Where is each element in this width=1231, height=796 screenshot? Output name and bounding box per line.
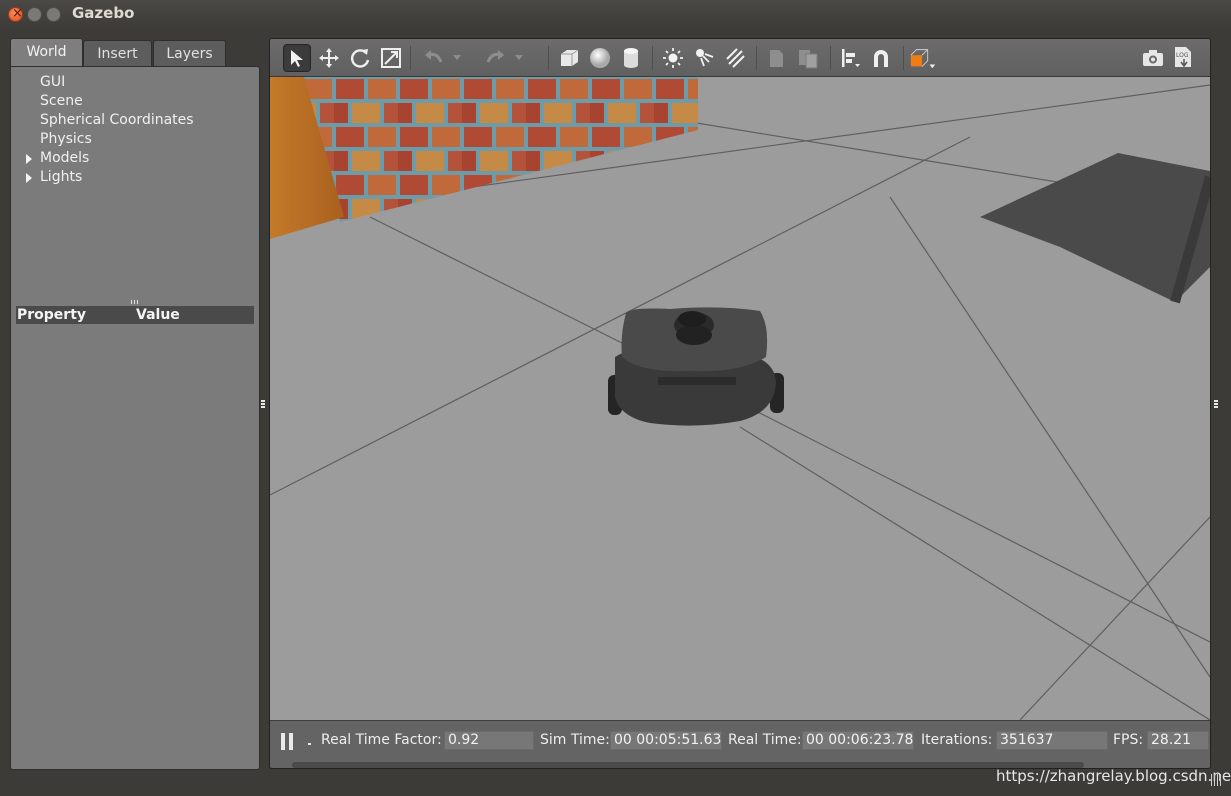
real-time-factor-value: 0.92: [444, 731, 534, 750]
undo-history-icon[interactable]: [450, 44, 464, 72]
property-table-header: Property Value: [16, 306, 254, 324]
tree-item-gui[interactable]: GUI: [11, 73, 259, 92]
translate-icon[interactable]: [315, 44, 343, 72]
window-title: Gazebo: [72, 4, 135, 22]
cylinder-shape-icon[interactable]: [617, 44, 645, 72]
log-icon[interactable]: LOG: [1169, 44, 1197, 72]
watermark-text: https://zhangrelay.blog.csdn.net: [996, 767, 1231, 785]
iterations-value: 351637: [996, 731, 1108, 750]
redo-history-icon[interactable]: [512, 44, 526, 72]
pause-icon[interactable]: [281, 733, 295, 750]
horizontal-scrollbar[interactable]: [292, 762, 1084, 768]
spot-light-icon[interactable]: [690, 44, 718, 72]
point-light-icon[interactable]: [659, 44, 687, 72]
window-titlebar: Gazebo: [0, 0, 1231, 30]
world-panel: GUI Scene Spherical Coordinates Physics …: [10, 66, 260, 770]
tab-world[interactable]: World: [10, 38, 83, 67]
tree-item-label: Models: [40, 150, 90, 166]
undo-icon[interactable]: [420, 44, 448, 72]
scene-toolbar: LOG: [270, 39, 1210, 77]
copy-icon[interactable]: [763, 44, 791, 72]
box-shape-icon[interactable]: [555, 44, 583, 72]
svg-text:LOG: LOG: [1176, 52, 1189, 59]
window-close-button[interactable]: [8, 6, 23, 22]
window-resize-grip[interactable]: [1211, 774, 1221, 786]
real-time-value: 00 00:06:23.786: [802, 731, 914, 750]
status-bar: Real Time Factor: 0.92 Sim Time: 00 00:0…: [270, 720, 1210, 768]
tree-item-physics[interactable]: Physics: [11, 130, 259, 149]
fps-label: FPS:: [1113, 732, 1144, 748]
paste-icon[interactable]: [794, 44, 822, 72]
panel-splitter-handle[interactable]: [131, 300, 139, 304]
world-tree: GUI Scene Spherical Coordinates Physics …: [11, 73, 259, 187]
tree-item-scene[interactable]: Scene: [11, 92, 259, 111]
window-minimize-button[interactable]: [27, 7, 42, 22]
scale-icon[interactable]: [377, 44, 405, 72]
tree-item-label: Spherical Coordinates: [40, 112, 194, 128]
fps-value: 28.21: [1147, 731, 1209, 750]
left-panel-collapse-handle[interactable]: [261, 400, 265, 409]
property-column-header[interactable]: Property: [17, 306, 86, 324]
tree-item-models[interactable]: Models: [11, 149, 259, 168]
expand-arrow-icon[interactable]: [26, 154, 32, 164]
snap-magnet-icon[interactable]: [867, 44, 895, 72]
sphere-shape-icon[interactable]: [586, 44, 614, 72]
tab-layers[interactable]: Layers: [153, 40, 226, 66]
scene-render: [270, 77, 1210, 720]
tree-item-spherical-coordinates[interactable]: Spherical Coordinates: [11, 111, 259, 130]
tab-insert[interactable]: Insert: [83, 40, 152, 66]
redo-icon[interactable]: [481, 44, 509, 72]
step-button[interactable]: [308, 743, 311, 745]
screenshot-camera-icon[interactable]: [1139, 44, 1167, 72]
real-time-factor-label: Real Time Factor:: [321, 732, 442, 748]
rotate-icon[interactable]: [346, 44, 374, 72]
sim-time-label: Sim Time:: [540, 732, 610, 748]
window-maximize-button[interactable]: [46, 7, 61, 22]
tree-item-label: Lights: [40, 169, 83, 185]
tree-item-lights[interactable]: Lights: [11, 168, 259, 187]
real-time-label: Real Time:: [728, 732, 802, 748]
tree-item-label: Scene: [40, 93, 83, 109]
3d-viewport[interactable]: [270, 77, 1210, 720]
tree-item-label: Physics: [40, 131, 92, 147]
directional-light-icon[interactable]: [721, 44, 749, 72]
render-panel: LOG Real Time Factor: 0.92 Sim Time: 00 …: [269, 38, 1211, 769]
sim-time-value: 00 00:05:51.637: [610, 731, 722, 750]
expand-arrow-icon[interactable]: [26, 173, 32, 183]
select-arrow-icon[interactable]: [283, 44, 311, 72]
right-panel-collapse-handle[interactable]: [1214, 400, 1218, 409]
iterations-label: Iterations:: [921, 732, 993, 748]
value-column-header[interactable]: Value: [136, 306, 180, 324]
view-angle-icon[interactable]: [909, 44, 937, 72]
tree-item-label: GUI: [40, 74, 66, 90]
align-icon[interactable]: [836, 44, 864, 72]
